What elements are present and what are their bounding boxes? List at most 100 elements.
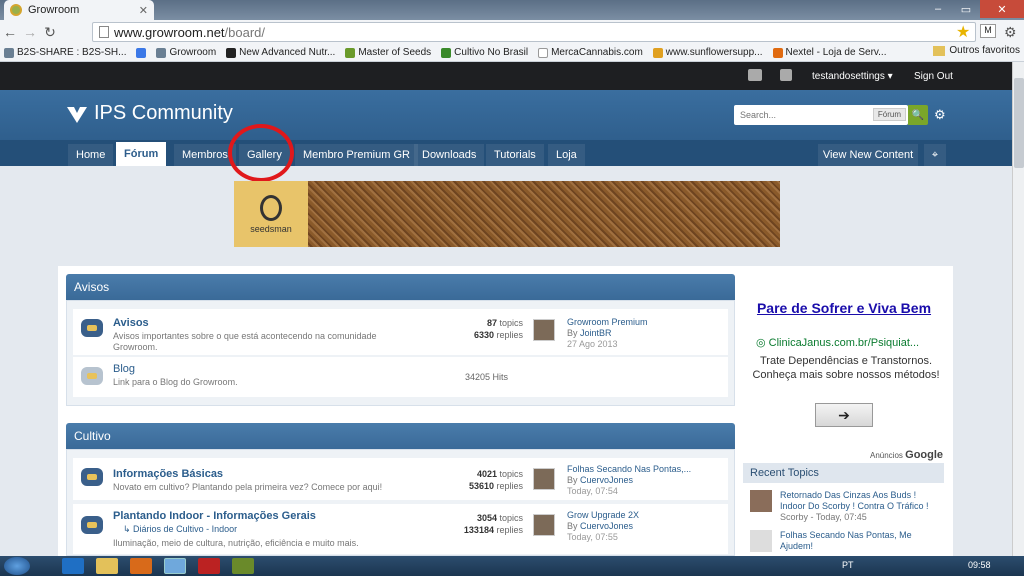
forum-row: Blog Link para o Blog do Growroom. 34205… [73,357,728,397]
omnibox[interactable]: www.growroom.net/board/ [92,22,976,42]
forum-unread-icon [81,468,103,486]
banner-logo: seedsman [234,181,308,247]
forum-row: Plantando Indoor - Informações Gerais ↳ … [73,504,728,554]
bookmark-item[interactable]: MercaCannabis.com [538,47,643,58]
forum-title[interactable]: Avisos [113,317,149,329]
arrow-right-icon: ➔ [838,406,850,423]
category-body: Avisos Avisos importantes sobre o que es… [66,300,735,406]
inbox-icon[interactable] [748,69,762,81]
bookmark-item[interactable]: Growroom [156,47,216,58]
tab-forum[interactable]: Fórum [116,142,167,166]
category-header[interactable]: Cultivo [66,423,735,449]
search-scope[interactable]: Fórum [872,108,906,121]
site-branding: IPS Community Fórum 🔍 ⚙ [0,90,1012,140]
window-controls: – ▭ ✕ [924,0,1024,18]
media-player-icon[interactable] [130,558,152,574]
close-window-icon[interactable]: ✕ [980,0,1024,18]
minimize-icon[interactable]: – [924,0,952,18]
app-icon[interactable] [198,558,220,574]
tab-downloads[interactable]: Downloads [414,144,485,166]
last-post: Grow Upgrade 2X By CuervoJones Today, 07… [567,510,640,542]
forum-hits: 34205 Hits [465,372,509,382]
bookmark-item[interactable]: Nextel - Loja de Serv... [772,47,887,58]
scroll-thumb[interactable] [1014,78,1024,168]
wrench-menu-icon[interactable]: ⚙ [1004,24,1017,41]
category-header[interactable]: Avisos [66,274,735,300]
category-body: Informações Básicas Novato em cultivo? P… [66,449,735,556]
subforum-link[interactable]: ↳ Diários de Cultivo - Indoor [123,524,237,535]
map-pin-icon[interactable]: ⌖ [924,144,946,166]
last-post-title[interactable]: Folhas Secando Nas Pontas,... [567,464,691,474]
forum-title[interactable]: Plantando Indoor - Informações Gerais [113,510,316,522]
forum-title[interactable]: Blog [113,363,135,375]
notifications-icon[interactable] [780,69,792,81]
last-post-title[interactable]: Grow Upgrade 2X [567,510,639,520]
search-button[interactable]: 🔍 [908,105,928,125]
banner-brand: seedsman [250,223,292,234]
language-indicator[interactable]: PT [842,560,854,570]
bookmark-icon [4,47,14,58]
forum-unread-icon [81,516,103,534]
bookmark-item[interactable]: Cultivo No Brasil [441,47,528,58]
clock[interactable]: 09:58 [968,560,991,570]
bookmark-item[interactable]: Master of Seeds [345,47,431,58]
avatar[interactable] [750,530,772,552]
last-post-user[interactable]: JointBR [580,328,612,338]
close-tab-icon[interactable]: ✕ [139,4,148,17]
last-post-user[interactable]: CuervoJones [580,475,633,485]
user-bar: testandosettings ▾ Sign Out [0,62,1024,90]
avatar[interactable] [750,490,772,512]
last-post-title[interactable]: Growroom Premium [567,317,648,327]
recent-topic-title[interactable]: Retornado Das Cinzas Aos Buds ! Indoor D… [780,490,929,511]
tab-title: Growroom [28,4,80,16]
tab-home[interactable]: Home [68,144,114,166]
avatar[interactable] [533,468,555,490]
forum-title[interactable]: Informações Básicas [113,468,223,480]
tab-loja[interactable]: Loja [548,144,585,166]
start-button-icon[interactable] [4,557,30,575]
bookmark-item[interactable]: www.sunflowersupp... [652,47,763,58]
search-settings-icon[interactable]: ⚙ [934,107,946,123]
avatar[interactable] [533,319,555,341]
ads-by-google[interactable]: Anúncios Google [870,449,943,461]
user-menu[interactable]: testandosettings ▾ [812,71,893,82]
scrollbar[interactable] [1012,62,1024,556]
reload-icon[interactable]: ↻ [40,24,60,41]
internet-explorer-icon[interactable] [62,558,84,574]
forum-row: Informações Básicas Novato em cultivo? P… [73,458,728,500]
tab-tutorials[interactable]: Tutorials [486,144,544,166]
last-post-user[interactable]: CuervoJones [580,521,633,531]
browser-titlebar: Growroom ✕ – ▭ ✕ [0,0,1024,20]
tab-membros[interactable]: Membros [174,144,236,166]
forward-icon[interactable]: → [20,24,40,40]
recent-topic-title[interactable]: Folhas Secando Nas Pontas, Me Ajudem! [780,530,912,551]
forum-row: Avisos Avisos importantes sobre o que es… [73,309,728,355]
recent-topics-header: Recent Topics [743,463,944,483]
forum-stats: 3054 topics 133184 replies [463,513,523,535]
site-logo[interactable]: IPS Community [94,102,233,125]
url-text[interactable]: www.growroom.net/board/ [114,25,265,40]
browser-tab[interactable]: Growroom ✕ [4,0,154,20]
ad-arrow-button[interactable]: ➔ [815,403,873,427]
chrome-icon[interactable] [164,558,186,574]
sign-out-link[interactable]: Sign Out [914,71,953,82]
search-input[interactable] [738,109,868,121]
folder-icon [933,45,946,56]
ad-url[interactable]: ◎ ClinicaJanus.com.br/Psiquiat... [756,336,919,349]
paint-icon[interactable] [232,558,254,574]
tab-membro-premium[interactable]: Membro Premium GR [295,144,418,166]
gmail-extension-icon[interactable]: M [980,24,996,38]
explorer-folder-icon[interactable] [96,558,118,574]
avatar[interactable] [533,514,555,536]
back-icon[interactable]: ← [0,24,20,40]
bookmark-item[interactable]: B2S-SHARE : B2S-SH... [4,47,126,58]
bookmark-item[interactable] [136,47,147,58]
seedsman-banner[interactable]: seedsman [234,181,780,247]
ad-title[interactable]: Pare de Sofrer e Viva Bem [744,300,944,316]
bookmark-star-icon[interactable]: ★ [956,22,970,42]
view-new-content-button[interactable]: View New Content [818,144,918,166]
ips-logo-icon[interactable] [66,105,88,125]
other-bookmarks[interactable]: Outros favoritos [933,45,1020,56]
bookmark-item[interactable]: New Advanced Nutr... [226,47,335,58]
maximize-icon[interactable]: ▭ [952,0,980,18]
